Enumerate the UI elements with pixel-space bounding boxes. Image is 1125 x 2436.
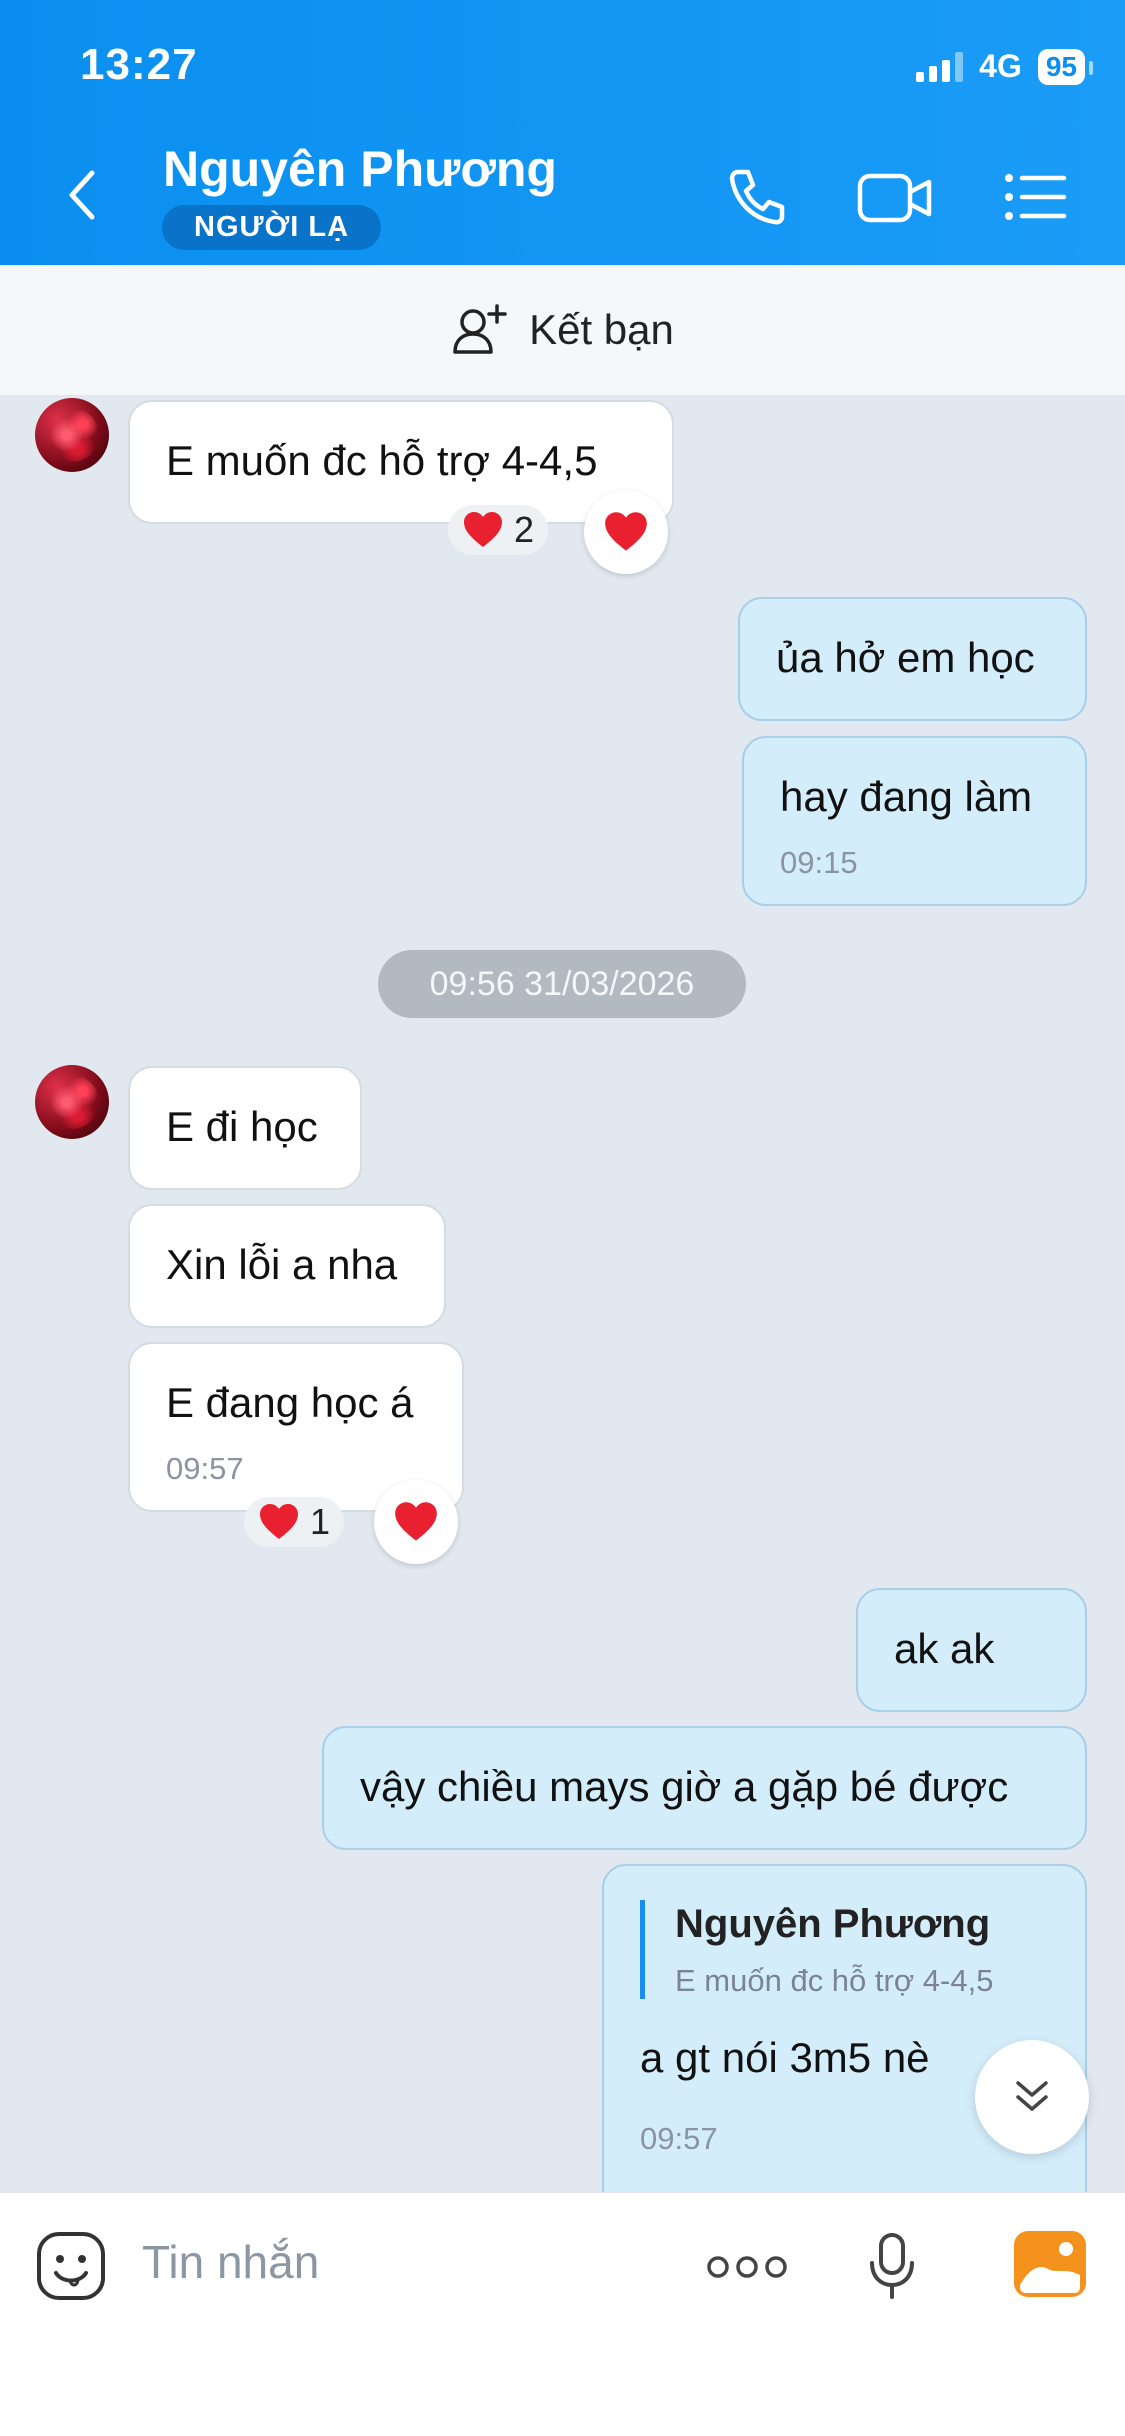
- message-text: ủa hở em học: [776, 634, 1035, 681]
- react-heart-button[interactable]: [584, 490, 668, 574]
- sticker-icon[interactable]: [34, 2229, 108, 2303]
- status-right: 4G 95: [916, 48, 1094, 85]
- reaction-count: 2: [514, 509, 535, 550]
- stranger-badge: NGƯỜI LẠ: [162, 205, 382, 250]
- message-input-bar: Tin nhắn: [0, 2192, 1125, 2436]
- reply-quote[interactable]: Nguyên Phương E muốn đc hỗ trợ 4-4,5: [640, 1900, 1049, 2000]
- scroll-to-bottom-button[interactable]: [975, 2040, 1089, 2154]
- back-arrow-icon[interactable]: [60, 165, 110, 225]
- status-time: 13:27: [80, 40, 198, 89]
- message-text: E đang học á: [166, 1379, 414, 1426]
- more-icon[interactable]: [706, 2253, 788, 2281]
- message-time: 09:15: [780, 845, 858, 881]
- message-input[interactable]: Tin nhắn: [142, 2235, 319, 2289]
- image-icon[interactable]: [1012, 2229, 1088, 2299]
- reaction-summary[interactable]: 2: [448, 505, 549, 555]
- react-heart-button[interactable]: [374, 1480, 458, 1564]
- chat-header: 13:27 4G 95 Nguyên Phương NGƯỜI LẠ: [0, 0, 1125, 265]
- heart-icon: [395, 1502, 437, 1541]
- quote-text: E muốn đc hỗ trợ 4-4,5: [675, 1963, 994, 1998]
- message-bubble-outgoing[interactable]: ủa hở em học: [738, 597, 1087, 721]
- message-text: ak ak: [894, 1625, 995, 1672]
- quote-name: Nguyên Phương: [675, 1902, 991, 1946]
- avatar[interactable]: [35, 398, 109, 472]
- reaction-count: 1: [310, 1501, 331, 1542]
- network-label: 4G: [979, 48, 1022, 84]
- menu-list-icon[interactable]: [1000, 162, 1070, 232]
- heart-icon: [260, 1504, 298, 1539]
- status-bar: 13:27 4G 95: [80, 40, 1094, 100]
- date-separator: 09:56 31/03/2026: [378, 950, 746, 1018]
- battery-icon: 95: [1037, 48, 1094, 85]
- add-friend-label: Kết bạn: [529, 306, 674, 353]
- message-bubble-outgoing[interactable]: ak ak: [856, 1588, 1087, 1712]
- message-bubble-incoming[interactable]: Xin lỗi a nha: [128, 1204, 446, 1328]
- message-text: hay đang làm: [780, 773, 1033, 820]
- contact-name[interactable]: Nguyên Phương: [163, 140, 557, 198]
- heart-icon: [464, 512, 502, 547]
- message-bubble-outgoing[interactable]: vậy chiều mays giờ a gặp bé được: [322, 1726, 1087, 1850]
- reaction-summary[interactable]: 1: [244, 1497, 345, 1547]
- message-text: E muốn đc hỗ trợ 4-4,5: [166, 437, 598, 484]
- add-friend-bar[interactable]: Kết bạn: [0, 265, 1125, 395]
- message-bubble-incoming[interactable]: E đi học: [128, 1066, 362, 1190]
- message-bubble-outgoing[interactable]: hay đang làm 09:15: [742, 736, 1087, 906]
- phone-icon[interactable]: [722, 162, 792, 232]
- chevron-double-down-icon: [1016, 2081, 1048, 2111]
- message-text: E đi học: [166, 1103, 318, 1150]
- avatar[interactable]: [35, 1065, 109, 1139]
- add-friend-icon: [453, 304, 507, 354]
- signal-icon: [916, 51, 964, 82]
- message-text: a gt nói 3m5 nè: [640, 2034, 930, 2082]
- message-text: vậy chiều mays giờ a gặp bé được: [360, 1763, 1009, 1810]
- heart-icon: [605, 512, 647, 551]
- video-call-icon[interactable]: [855, 162, 935, 232]
- message-text: Xin lỗi a nha: [166, 1241, 398, 1288]
- message-time: 09:57: [166, 1451, 244, 1487]
- microphone-icon[interactable]: [866, 2231, 918, 2303]
